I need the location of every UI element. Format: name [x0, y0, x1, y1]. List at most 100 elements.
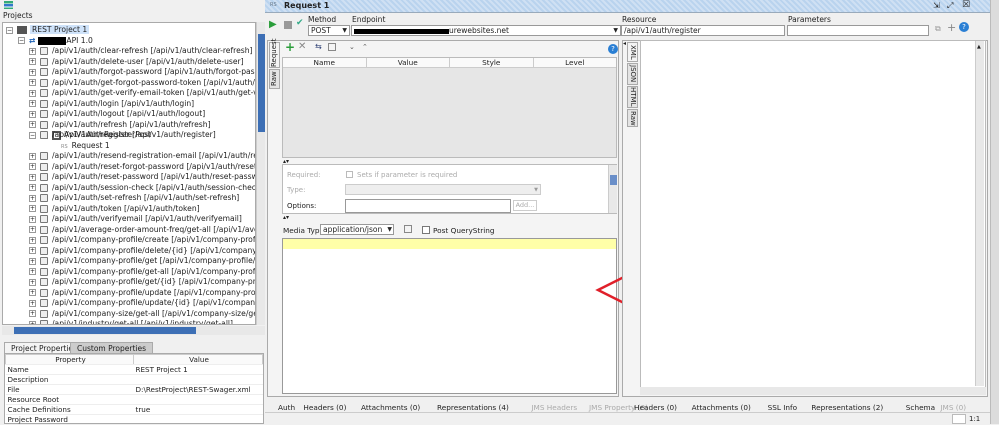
response-scrollbar[interactable]: ▲ [975, 41, 984, 386]
expand-icon[interactable]: + [29, 58, 36, 65]
tab-schema[interactable]: Schema [906, 403, 935, 412]
property-value[interactable] [133, 394, 263, 405]
tree-resource[interactable]: + /api/v1/company-profile/delete/{id} [/a… [29, 246, 255, 257]
resource-input[interactable]: /api/v1/auth/register [621, 25, 785, 36]
tab-jms-headers[interactable]: JMS Headers [531, 403, 577, 412]
tab-attachments[interactable]: Attachments (0) [692, 403, 751, 412]
expand-icon[interactable]: + [29, 110, 36, 118]
tree-horizontal-scrollbar[interactable] [2, 326, 265, 335]
stop-icon[interactable] [284, 21, 292, 29]
response-viewer[interactable] [640, 40, 986, 395]
request-body-editor[interactable] [282, 238, 617, 394]
expand-icon[interactable]: + [29, 100, 36, 107]
collapse-icon[interactable]: − [6, 26, 13, 34]
expand-icon[interactable]: + [29, 89, 36, 97]
clear-icon[interactable] [328, 43, 336, 51]
tab-representations[interactable]: Representations (2) [811, 403, 883, 412]
tab-raw-response[interactable]: Raw [627, 109, 638, 127]
property-row[interactable]: Resource Root [5, 394, 263, 405]
tree-resource[interactable]: + /api/v1/company-profile/update [/api/v1… [29, 288, 255, 299]
tree-request[interactable]: Request 1 [72, 141, 110, 150]
expand-icon[interactable]: + [29, 205, 36, 212]
expand-icon[interactable]: + [29, 152, 36, 160]
type-select[interactable]: ▼ [345, 184, 541, 195]
expand-icon[interactable]: + [29, 310, 36, 317]
tab-request[interactable]: Request [269, 39, 280, 68]
close-icon[interactable]: ☒ [962, 0, 970, 10]
expand-icon[interactable]: + [29, 121, 36, 128]
tab-headers[interactable]: Headers (0) [303, 403, 346, 412]
tree-resource[interactable]: + /api/v1/auth/token [/api/v1/auth/token] [29, 204, 200, 215]
tree-resource[interactable]: + /api/v1/auth/delete-user [/api/v1/auth/… [29, 57, 244, 68]
tree-resource[interactable]: + /api/v1/auth/session-check [/api/v1/aut… [29, 183, 255, 194]
tree-resource[interactable]: + /api/v1/auth/verifyemail [/api/v1/auth/… [29, 214, 242, 225]
tree-resource[interactable]: + /api/v1/company-profile/update/{id} [/a… [29, 298, 255, 309]
help-icon[interactable]: ? [959, 22, 969, 32]
property-row[interactable]: File D:\RestProject\REST-Swager.xml [5, 384, 263, 395]
add-icon[interactable]: + [285, 40, 295, 54]
collapse-icon[interactable]: − [18, 37, 25, 44]
params-table[interactable]: Name Value Style Level [282, 57, 617, 158]
move-up-icon[interactable]: ⌃ [362, 43, 368, 51]
tab-jms[interactable]: JMS (0) [940, 403, 966, 412]
expand-icon[interactable]: + [29, 226, 36, 233]
tab-representations[interactable]: Representations (4) [437, 403, 509, 412]
tab-html[interactable]: HTML [627, 86, 638, 108]
property-value[interactable]: D:\RestProject\REST-Swager.xml [133, 384, 263, 395]
property-value[interactable]: REST Project 1 [133, 364, 263, 375]
tree-resource[interactable]: + /api/v1/auth/resend-registration-email … [29, 151, 255, 162]
post-querystring-checkbox[interactable] [422, 226, 430, 234]
expand-icon[interactable]: + [29, 79, 36, 86]
expand-icon[interactable]: + [29, 247, 36, 254]
tree-resource[interactable]: + /api/v1/industry/get-all [/api/v1/indus… [29, 319, 233, 324]
expand-icon[interactable]: + [29, 257, 36, 265]
tree-resource[interactable]: + /api/v1/auth/logout [/api/v1/auth/logou… [29, 109, 205, 120]
options-input[interactable] [345, 199, 511, 213]
tab-xml[interactable]: XML [627, 42, 638, 62]
tree-resource[interactable]: + /api/v1/auth/refresh [/api/v1/auth/refr… [29, 120, 211, 131]
tree-vertical-scrollbar[interactable] [256, 22, 265, 325]
tab-ssl-info[interactable]: SSL Info [768, 403, 797, 412]
collapse-icon[interactable]: ◂ [623, 40, 626, 47]
expand-icon[interactable]: + [29, 299, 36, 307]
parameters-input[interactable] [787, 25, 929, 36]
tree-resource[interactable]: + /api/v1/company-size/get-all [/api/v1/c… [29, 309, 255, 320]
run-icon[interactable]: ▶ [269, 19, 277, 30]
method-select[interactable]: POST ▼ [308, 25, 350, 36]
property-row[interactable]: Project Password [5, 414, 263, 425]
help-icon[interactable]: ? [608, 44, 618, 54]
tree-resource[interactable]: + /api/v1/auth/get-forgot-password-token … [29, 78, 255, 89]
tab-headers[interactable]: Headers (0) [634, 403, 677, 412]
expand-icon[interactable]: + [29, 184, 36, 191]
tree-api[interactable]: API 1.0 [66, 36, 93, 45]
move-icon[interactable]: ⇆ [315, 42, 322, 51]
property-value[interactable] [133, 414, 263, 425]
format-icon[interactable] [404, 225, 412, 233]
detach-icon[interactable]: ⇲ [933, 1, 940, 10]
expand-icon[interactable]: + [29, 215, 36, 223]
tree-resource[interactable]: + /api/v1/average-order-amount-freq/get-a… [29, 225, 255, 236]
expand-icon[interactable]: + [29, 320, 36, 324]
property-row[interactable]: Name REST Project 1 [5, 364, 263, 375]
required-checkbox[interactable] [346, 171, 353, 178]
tab-auth[interactable]: Auth [278, 403, 295, 412]
move-down-icon[interactable]: ⌄ [349, 43, 355, 51]
tab-attachments[interactable]: Attachments (0) [361, 403, 420, 412]
tree-resource[interactable]: + /api/v1/auth/reset-password [/api/v1/au… [29, 172, 255, 183]
tab-raw[interactable]: Raw [269, 69, 280, 89]
response-hscrollbar[interactable] [640, 387, 986, 395]
expand-icon[interactable]: + [29, 236, 36, 244]
property-row[interactable]: Description [5, 374, 263, 385]
tree-resource[interactable]: + /api/v1/company-profile/create [/api/v1… [29, 235, 255, 246]
add-option-button[interactable]: Add... [513, 200, 537, 211]
tree-resource[interactable]: + /api/v1/auth/clear-refresh [/api/v1/aut… [29, 46, 253, 57]
tree-resource[interactable]: + /api/v1/auth/set-refresh [/api/v1/auth/… [29, 193, 239, 204]
property-value[interactable] [133, 374, 263, 385]
add-param-icon[interactable]: + [947, 21, 956, 34]
expand-icon[interactable]: + [29, 163, 36, 170]
tree-resource[interactable]: + /api/v1/auth/reset-forgot-password [/ap… [29, 162, 255, 173]
tree-resource[interactable]: + /api/v1/auth/get-verify-email-token [/a… [29, 88, 255, 99]
details-scrollbar[interactable] [608, 165, 617, 213]
tree-resource[interactable]: + /api/v1/auth/login [/api/v1/auth/login] [29, 99, 194, 110]
expand-icon[interactable]: + [29, 68, 36, 76]
